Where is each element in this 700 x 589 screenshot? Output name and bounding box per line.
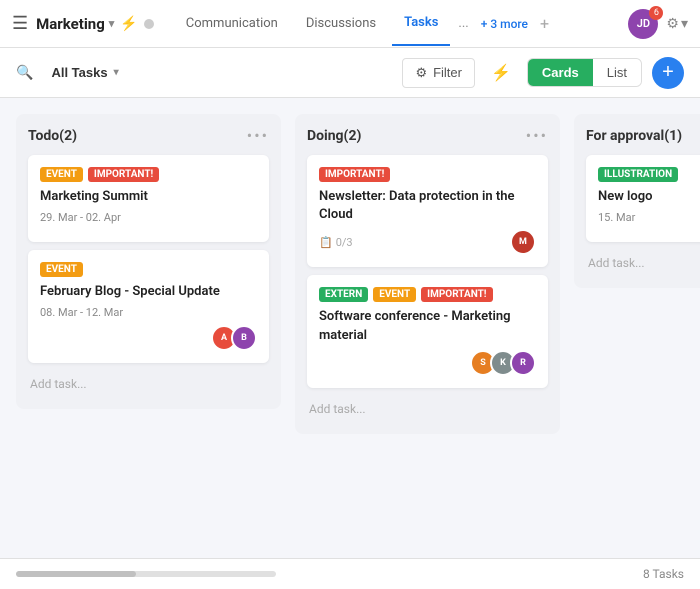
top-nav: ☰ Marketing ▾ ⚡ Communication Discussion… [0,0,700,48]
nav-tabs: Communication Discussions Tasks ... + 3 … [174,1,629,46]
subtask-icon: 📋 [319,236,333,249]
column-todo: Todo(2) ••• EVENT IMPORTANT! Marketing Sum… [16,114,281,409]
task-count: 8 Tasks [643,567,684,581]
settings-chevron: ▾ [681,15,688,32]
pulse-icon[interactable]: ⚡ [120,16,137,32]
card[interactable]: IMPORTANT! Newsletter: Data protection in… [307,155,548,267]
card[interactable]: EXTERN EVENT IMPORTANT! Software conference… [307,275,548,387]
tag-event: EVENT [40,167,83,182]
card-date: 08. Mar - 12. Mar [40,306,257,319]
tag-important: IMPORTANT! [88,167,159,182]
column-title-for-approval: For approval(1) [586,128,682,144]
scrollbar-thumb [16,571,136,577]
filter-button[interactable]: ⚙ Filter [402,58,475,88]
avatar: B [231,325,257,351]
card[interactable]: EVENT IMPORTANT! Marketing Summit 29. Mar -… [28,155,269,242]
card-footer: SKR [319,350,536,376]
hamburger-icon[interactable]: ☰ [12,13,28,34]
nav-right: JD 6 ⚙ ▾ [628,9,688,39]
add-task-doing[interactable]: Add task... [307,396,548,422]
avatar-container[interactable]: JD 6 [628,9,658,39]
avatar: R [510,350,536,376]
toolbar: 🔍 All Tasks ▾ ⚙ Filter ⚡ Cards List + [0,48,700,98]
card-title: New logo [598,188,700,206]
tag-important: IMPORTANT! [319,167,390,182]
list-view-button[interactable]: List [593,59,641,86]
card-avatars: SKR [470,350,536,376]
footer: 8 Tasks [0,558,700,589]
tab-communication[interactable]: Communication [174,2,290,45]
add-task-global-button[interactable]: + [652,57,684,89]
column-menu-doing[interactable]: ••• [526,126,548,145]
search-icon: 🔍 [16,65,33,81]
card-title: February Blog - Special Update [40,283,257,301]
tag-extern: EXTERN [319,287,368,302]
nav-plus-more[interactable]: + 3 more [481,17,528,31]
settings-button[interactable]: ⚙ ▾ [666,15,688,32]
all-tasks-button[interactable]: All Tasks ▾ [43,59,126,86]
card[interactable]: ILLUSTRATION New logo 15. Mar [586,155,700,242]
card-title: Software conference - Marketing material [319,308,536,344]
activity-icon: ⚡ [491,65,511,82]
card-date: 15. Mar [598,211,700,224]
filter-icon: ⚙ [415,65,427,81]
app-chevron-icon: ▾ [109,17,115,30]
scrollbar-track[interactable] [16,571,276,577]
app-name-label: Marketing [36,15,105,33]
tag-important: IMPORTANT! [421,287,492,302]
card-footer: AB [40,325,257,351]
column-title-todo: Todo(2) [28,128,77,144]
view-toggle: Cards List [527,58,642,87]
add-task-for-approval[interactable]: Add task... [586,250,700,276]
tab-discussions[interactable]: Discussions [294,2,388,45]
card[interactable]: EVENT February Blog - Special Update 08. M… [28,250,269,363]
nav-more-dots[interactable]: ... [454,12,472,35]
tab-tasks[interactable]: Tasks [392,1,450,46]
board-area: Todo(2) ••• EVENT IMPORTANT! Marketing Sum… [0,98,700,558]
add-task-todo[interactable]: Add task... [28,371,269,397]
card-date: 29. Mar - 02. Apr [40,211,257,224]
card-title: Marketing Summit [40,188,257,206]
nav-add-tab[interactable]: + [540,14,549,33]
card-footer: 📋 0/3 M [319,229,536,255]
avatar: M [510,229,536,255]
subtask-count: 📋 0/3 [319,236,353,249]
column-for-approval: For approval(1) ••• ILLUSTRATIONNew logo… [574,114,700,288]
column-doing: Doing(2) ••• IMPORTANT! Newsletter: Data … [295,114,560,434]
app-name[interactable]: Marketing ▾ [36,15,114,33]
card-avatars: M [510,229,536,255]
tag-illustration: ILLUSTRATION [598,167,678,182]
tag-event: EVENT [373,287,416,302]
all-tasks-chevron-icon: ▾ [114,67,119,78]
tag-event: EVENT [40,262,83,277]
column-title-doing: Doing(2) [307,128,361,144]
activity-button[interactable]: ⚡ [485,57,517,89]
notification-badge: 6 [649,6,663,20]
cards-view-button[interactable]: Cards [528,59,593,86]
column-menu-todo[interactable]: ••• [247,126,269,145]
status-dot [144,19,154,29]
card-avatars: AB [211,325,257,351]
card-title: Newsletter: Data protection in the Cloud [319,188,536,224]
